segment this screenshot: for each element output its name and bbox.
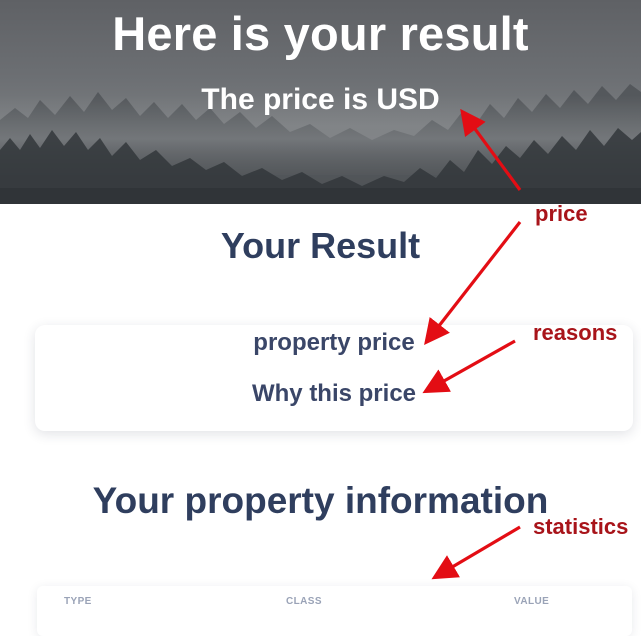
hero-banner: Here is your result The price is USD (0, 0, 641, 204)
table-header-type: TYPE (64, 596, 92, 607)
arrow-to-table (431, 525, 521, 580)
table-header-value: VALUE (514, 596, 550, 607)
annotation-price-label: price (535, 201, 588, 226)
property-table: TYPE CLASS VALUE (37, 586, 632, 636)
why-this-price-text: Why this price (251, 380, 417, 407)
price-subtitle: The price is USD (201, 83, 440, 116)
annotation-statistics-label: statistics (533, 514, 629, 539)
your-result-heading: Your Result (220, 225, 421, 266)
hero-title: Here is your result (112, 7, 529, 60)
table-header-class: CLASS (286, 596, 322, 607)
annotation-reasons-label: reasons (533, 320, 618, 345)
